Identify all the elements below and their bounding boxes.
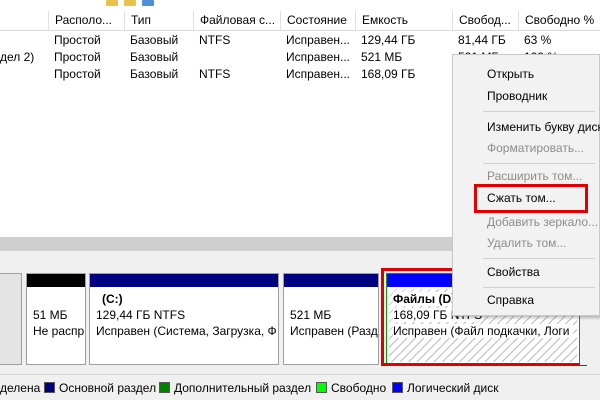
legend-label: делена: [0, 381, 41, 395]
column-header-filesystem[interactable]: Файловая с...: [193, 11, 280, 31]
partition-unallocated[interactable]: 51 МБ Не распр: [26, 273, 86, 365]
cell-layout: Простой: [54, 33, 101, 47]
cell-layout: Простой: [54, 50, 101, 64]
legend-item: делена: [0, 381, 40, 395]
toolbar-folder-icon[interactable]: [124, 0, 136, 6]
legend-item: Логический диск: [392, 381, 499, 395]
partition-bar: [284, 274, 378, 287]
cell-free: 81,44 ГБ: [458, 33, 506, 47]
partition-bar: [27, 274, 85, 287]
legend-item: Свободно: [316, 381, 386, 395]
cell-type: Базовый: [130, 67, 179, 81]
menu-item-format: Форматировать...: [487, 141, 585, 155]
column-header-layout[interactable]: Располо...: [48, 11, 124, 31]
cell-volume: дел 2): [0, 50, 35, 64]
toolbar-strip: [0, 0, 600, 11]
cell-capacity: 168,09 ГБ: [361, 67, 416, 81]
cell-free-percent: 63 %: [524, 33, 552, 47]
column-header-capacity[interactable]: Емкость: [355, 11, 452, 31]
disk-label-panel[interactable]: [0, 273, 22, 365]
partition-size: 51 МБ: [33, 308, 68, 322]
partition-status: Не распр: [33, 324, 85, 338]
cell-volume: [0, 32, 48, 48]
cell-layout: Простой: [54, 67, 101, 81]
legend-item: Дополнительный раздел: [159, 381, 311, 395]
disk-management-window: Располо... Тип Файловая с... Состояние Е…: [0, 0, 600, 400]
legend-label: Логический диск: [407, 381, 499, 395]
cell-type: Базовый: [130, 33, 179, 47]
menu-item-open[interactable]: Открыть: [453, 63, 599, 85]
column-header-free[interactable]: Свобод...: [452, 11, 518, 31]
column-header-free-percent[interactable]: Свободно %: [518, 11, 600, 31]
volume-list-header: Располо... Тип Файловая с... Состояние Е…: [0, 11, 600, 31]
legend-swatch-icon: [159, 382, 170, 393]
legend-label: Основной раздел: [59, 381, 157, 395]
toolbar-action-icon[interactable]: [142, 0, 154, 6]
cell-filesystem: NTFS: [199, 67, 231, 81]
menu-separator: [483, 111, 595, 112]
cell-filesystem: [193, 49, 280, 65]
partition-system-reserved[interactable]: 521 МБ Исправен (Разд: [283, 273, 379, 365]
menu-separator: [483, 163, 595, 164]
legend-swatch-icon: [44, 382, 55, 393]
menu-item-delete-volume: Удалить том...: [487, 236, 567, 250]
legend-swatch-icon: [316, 382, 327, 393]
partition-size: 521 МБ: [290, 308, 332, 322]
menu-item-add-mirror: Добавить зеркало...: [487, 215, 599, 229]
partition-status: Исправен (Система, Загрузка, Ф: [96, 324, 276, 338]
partition-name: (C:): [102, 292, 123, 306]
legend-label: Дополнительный раздел: [174, 381, 312, 395]
partition-c[interactable]: (C:) 129,44 ГБ NTFS Исправен (Система, З…: [89, 273, 279, 365]
toolbar-folder-icon[interactable]: [106, 0, 118, 6]
legend-bar: делена Основной раздел Дополнительный ра…: [0, 374, 600, 400]
legend-item: Основной раздел: [44, 381, 156, 395]
cell-volume: [0, 66, 48, 82]
cell-type: Базовый: [130, 50, 179, 64]
column-header-type[interactable]: Тип: [124, 11, 193, 31]
cell-capacity: 521 МБ: [361, 50, 403, 64]
table-row[interactable]: Простой Базовый NTFS Исправен... 129,44 …: [0, 32, 600, 48]
column-header-status[interactable]: Состояние: [280, 11, 355, 31]
menu-separator: [483, 258, 595, 259]
cell-filesystem: NTFS: [199, 33, 231, 47]
menu-item-help[interactable]: Справка: [453, 289, 599, 311]
legend-swatch-icon: [392, 382, 403, 393]
legend-label: Свободно: [331, 381, 387, 395]
menu-separator: [483, 287, 595, 288]
cell-status: Исправен...: [286, 33, 351, 47]
partition-bar: [90, 274, 278, 287]
cell-capacity: 129,44 ГБ: [361, 33, 416, 47]
cell-status: Исправен...: [286, 50, 351, 64]
cell-status: Исправен...: [286, 67, 351, 81]
highlight-shrink-volume: [474, 184, 588, 213]
menu-item-explorer[interactable]: Проводник: [453, 85, 599, 107]
partition-size: 129,44 ГБ NTFS: [96, 308, 186, 322]
menu-item-change-drive-letter[interactable]: Изменить букву диск: [453, 116, 600, 138]
partition-status: Исправен (Разд: [290, 324, 378, 338]
menu-item-properties[interactable]: Свойства: [453, 261, 599, 283]
